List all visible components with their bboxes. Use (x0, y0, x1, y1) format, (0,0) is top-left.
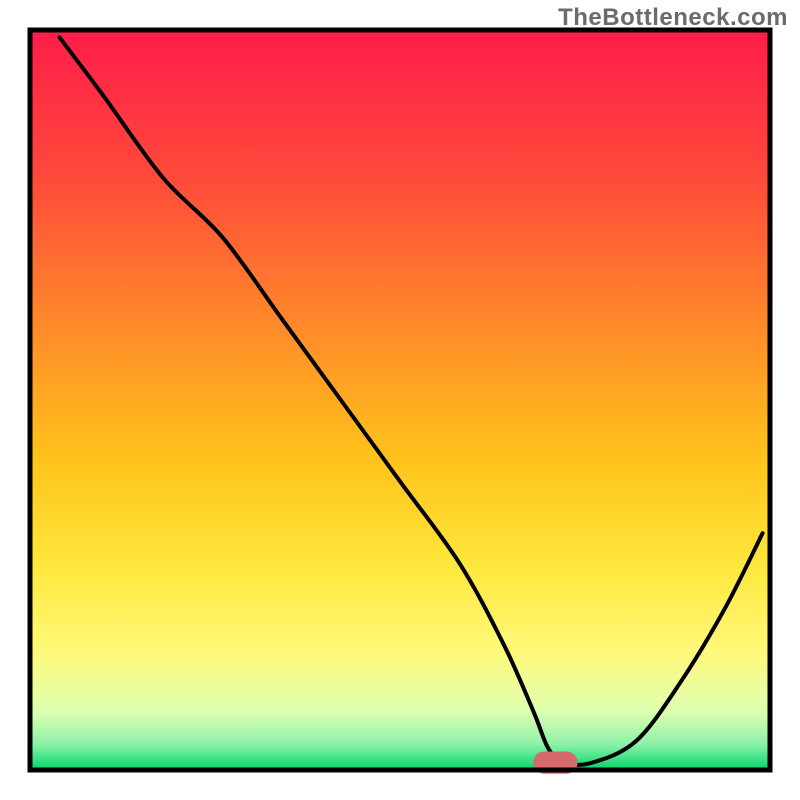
chart-container: TheBottleneck.com (0, 0, 800, 800)
plot-background (30, 30, 770, 770)
bottleneck-chart (0, 0, 800, 800)
attribution-label: TheBottleneck.com (558, 4, 788, 32)
